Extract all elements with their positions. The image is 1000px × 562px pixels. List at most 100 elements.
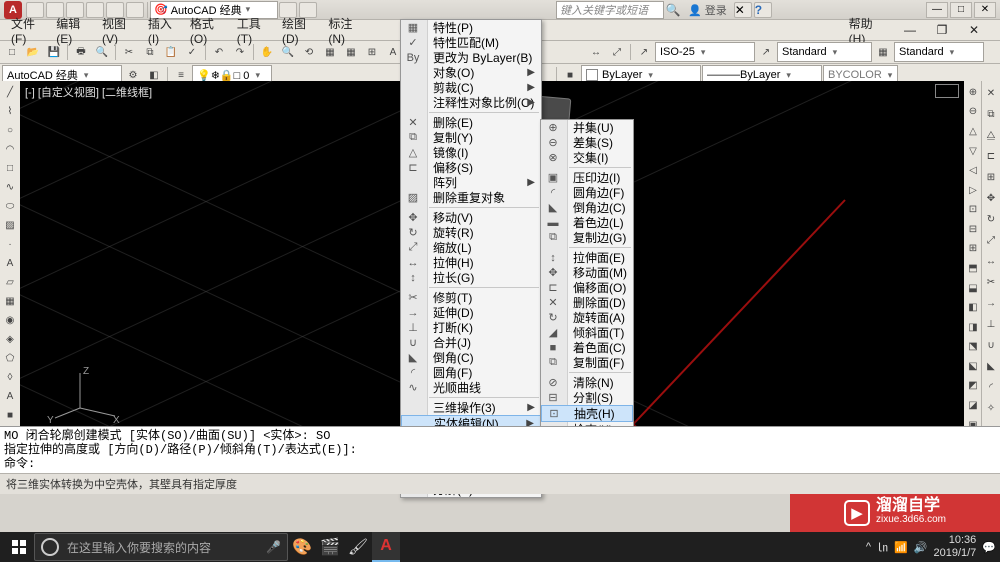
cmd-prompt[interactable]: 命令:	[4, 457, 996, 471]
tb-icon[interactable]: ■	[1, 406, 19, 424]
undo-icon[interactable]: ↶	[209, 42, 229, 62]
submenu-item[interactable]: ⊏偏移面(O)	[541, 280, 633, 295]
tb-icon[interactable]: ⬕	[963, 357, 983, 376]
app-colorwheel-icon[interactable]: 🎨	[288, 533, 316, 561]
search-icon[interactable]: 🔍	[664, 3, 682, 17]
submenu-item[interactable]: ⊕并集(U)	[541, 120, 633, 135]
new-icon[interactable]: □	[2, 42, 22, 62]
menu-item[interactable]: ∪合并(J)	[401, 335, 541, 350]
menu-item[interactable]: 剪裁(C)▶	[401, 80, 541, 95]
tb-icon[interactable]: ◩	[963, 377, 983, 396]
menu-format[interactable]: 格式(O)	[183, 15, 230, 46]
help-search[interactable]: 键入关键字或短语	[556, 1, 664, 19]
dimstyle-combo[interactable]: ISO-25▾	[655, 42, 755, 62]
menu-item[interactable]: 对象(O)▶	[401, 65, 541, 80]
menu-item[interactable]: →延伸(D)	[401, 305, 541, 320]
zoom-icon[interactable]: 🔍	[278, 42, 298, 62]
menu-dim[interactable]: 标注(N)	[321, 15, 367, 46]
menu-item[interactable]: ✥移动(V)	[401, 210, 541, 225]
menu-file[interactable]: 文件(F)	[4, 15, 49, 46]
menu-item[interactable]: ▨删除重复对象	[401, 190, 541, 205]
tb-icon[interactable]: ▷	[963, 181, 983, 200]
mic-icon[interactable]: 🎤	[266, 540, 281, 554]
tb-icon[interactable]: ◊	[1, 368, 19, 386]
menu-item[interactable]: 注释性对象比例(O)▶	[401, 95, 541, 110]
pline-icon[interactable]: ⌇	[1, 102, 19, 120]
tb-icon[interactable]: ⬠	[1, 349, 19, 367]
tb-icon[interactable]: ⬒	[963, 259, 983, 278]
menu-edit[interactable]: 编辑(E)	[49, 15, 95, 46]
menu-item[interactable]: 阵列▶	[401, 175, 541, 190]
submenu-item[interactable]: ⊖差集(S)	[541, 135, 633, 150]
submenu-item[interactable]: ✕删除面(D)	[541, 295, 633, 310]
orbit-icon[interactable]: ⟲	[299, 42, 319, 62]
menu-item[interactable]: ✕删除(E)	[401, 115, 541, 130]
menu-draw[interactable]: 绘图(D)	[275, 15, 321, 46]
submenu-item[interactable]: ↻旋转面(A)	[541, 310, 633, 325]
app-autocad-icon[interactable]: A	[372, 532, 400, 562]
tb-icon[interactable]: ⊕	[963, 83, 983, 102]
taskbar-clock[interactable]: 10:36 2019/1/7	[933, 534, 976, 560]
menu-item[interactable]: ↔拉伸(H)	[401, 255, 541, 270]
tb-icon[interactable]: ◪	[963, 396, 983, 415]
doc-close-icon[interactable]: ✕	[959, 23, 989, 37]
submenu-item[interactable]: ◢倾斜面(T)	[541, 325, 633, 340]
join-icon[interactable]: ∪	[981, 335, 1000, 355]
dim-icon[interactable]: ⤢	[607, 42, 627, 62]
scale-icon[interactable]: ⤢	[981, 230, 1000, 250]
print-icon[interactable]: 🖶	[71, 42, 91, 62]
tb-icon[interactable]: ◁	[963, 161, 983, 180]
submenu-item[interactable]: ↕拉伸面(E)	[541, 250, 633, 265]
erase-icon[interactable]: ✕	[981, 83, 1000, 103]
tb-icon[interactable]: ⊞	[362, 42, 382, 62]
tb-icon[interactable]: ▽	[963, 142, 983, 161]
redo-icon[interactable]: ↷	[230, 42, 250, 62]
maximize-button[interactable]: □	[950, 2, 972, 18]
menu-view[interactable]: 视图(V)	[95, 15, 141, 46]
open-icon[interactable]: 📂	[23, 42, 43, 62]
paste-icon[interactable]: 📋	[161, 42, 181, 62]
tb-icon[interactable]: ◉	[1, 311, 19, 329]
start-button[interactable]	[4, 532, 34, 562]
menu-item[interactable]: ↻旋转(R)	[401, 225, 541, 240]
array-icon[interactable]: ⊞	[981, 167, 1000, 187]
match-icon[interactable]: ✓	[182, 42, 202, 62]
region-icon[interactable]: ▱	[1, 273, 19, 291]
text-icon[interactable]: A	[1, 254, 19, 272]
pan-icon[interactable]: ✋	[257, 42, 277, 62]
help-icon[interactable]: ?	[754, 2, 772, 18]
taskbar-search[interactable]: 在这里输入你要搜索的内容 🎤	[34, 533, 288, 561]
submenu-item[interactable]: ⧉复制边(G)	[541, 230, 633, 245]
ellipse-icon[interactable]: ⬭	[1, 197, 19, 215]
chamfer-icon[interactable]: ◣	[981, 356, 1000, 376]
dim-icon[interactable]: ↔	[586, 42, 606, 62]
menu-item[interactable]: 三维操作(3)▶	[401, 400, 541, 415]
mleader-icon[interactable]: ↗	[756, 42, 776, 62]
submenu-item[interactable]: ▬着色边(L)	[541, 215, 633, 230]
command-line[interactable]: MO 闭合轮廓创建模式 [实体(SO)/曲面(SU)] <实体>: SO 指定拉…	[0, 426, 1000, 474]
login-link[interactable]: 👤 登录	[688, 2, 727, 18]
break-icon[interactable]: ⊥	[981, 314, 1000, 334]
preview-icon[interactable]: 🔍	[92, 42, 112, 62]
submenu-item[interactable]: ◣倒角边(C)	[541, 200, 633, 215]
tb-icon[interactable]: ◧	[963, 298, 983, 317]
menu-item[interactable]: ∿光顺曲线	[401, 380, 541, 395]
menu-item[interactable]: ⤢缩放(L)	[401, 240, 541, 255]
doc-restore-icon[interactable]: ❐	[927, 23, 957, 37]
line-icon[interactable]: ╱	[1, 83, 19, 101]
tb-icon[interactable]: ⊟	[963, 220, 983, 239]
app-paint-icon[interactable]: 🖌	[344, 533, 372, 561]
tb-icon[interactable]: ⬔	[963, 338, 983, 357]
table-icon[interactable]: ▦	[1, 292, 19, 310]
submenu-item[interactable]: ■着色面(C)	[541, 340, 633, 355]
tray-volume-icon[interactable]: 🔊	[914, 541, 928, 554]
tb-icon[interactable]: ▦	[341, 42, 361, 62]
tray-ime-icon[interactable]: ㏑	[877, 539, 888, 555]
tb-icon[interactable]: ◈	[1, 330, 19, 348]
submenu-item[interactable]: ⊗交集(I)	[541, 150, 633, 165]
menu-item[interactable]: ✓特性匹配(M)	[401, 35, 541, 50]
extend-icon[interactable]: →	[981, 293, 1000, 313]
submenu-item[interactable]: ✥移动面(M)	[541, 265, 633, 280]
stretch-icon[interactable]: ↔	[981, 251, 1000, 271]
tb-icon[interactable]: A	[1, 387, 19, 405]
